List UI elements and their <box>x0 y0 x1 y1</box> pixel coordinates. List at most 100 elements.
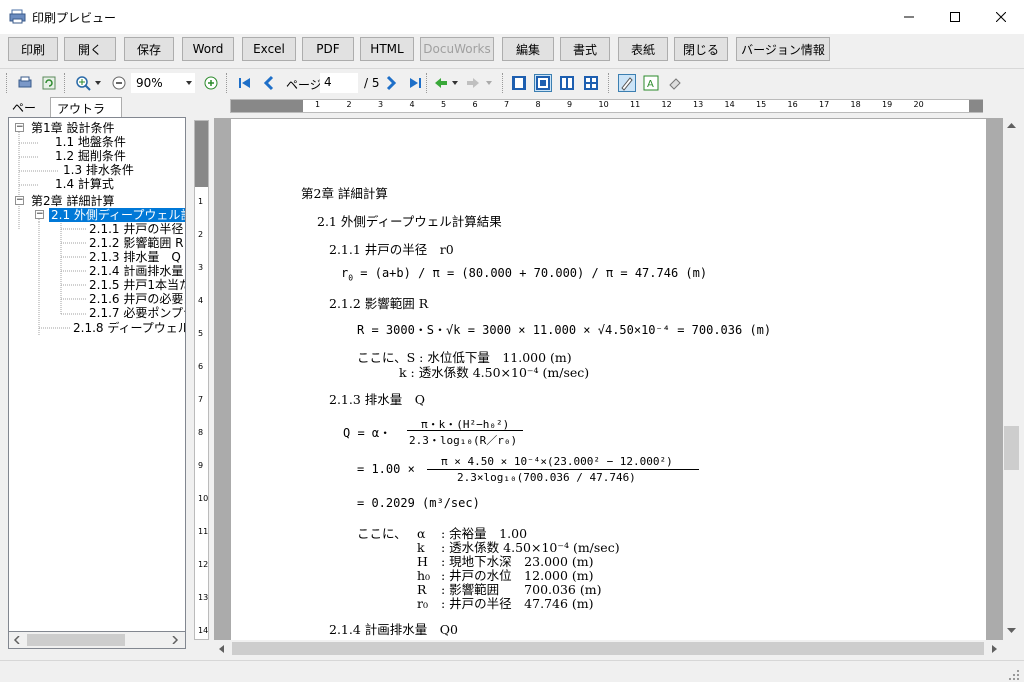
zoom-plus-icon[interactable] <box>202 74 220 92</box>
cover-button[interactable]: 表紙 <box>618 37 668 61</box>
chevron-right-icon[interactable] <box>171 636 179 644</box>
scroll-thumb[interactable] <box>27 634 125 646</box>
outline-item-2-1-3[interactable]: 2.1.3 排水量 Q <box>89 250 181 264</box>
command-toolbar: 印刷 開く 保存 Word Excel PDF HTML DocuWorks 編… <box>0 34 1024 66</box>
ruler-label: 18 <box>850 100 861 109</box>
section-heading: 2.1 外側ディープウェル計算結果 <box>317 214 502 229</box>
ruler-label: 5 <box>441 100 447 109</box>
close-preview-button[interactable]: 閉じる <box>674 37 728 61</box>
zoom-in-icon[interactable] <box>74 74 92 92</box>
word-button[interactable]: Word <box>182 37 234 61</box>
eval-denominator: 2.3×log₁₀(700.036 / 47.746) <box>457 471 636 484</box>
ruler-label: 9 <box>198 461 204 470</box>
chevron-down-icon[interactable] <box>1007 628 1016 634</box>
ruler-label: 17 <box>819 100 830 109</box>
html-button[interactable]: HTML <box>360 37 414 61</box>
outline-item-2-1-4[interactable]: 2.1.4 計画排水量 <box>89 264 183 278</box>
fit-page-icon[interactable] <box>534 74 552 92</box>
ruler-margin <box>231 100 303 112</box>
tab-outline[interactable]: アウトライン <box>50 97 122 133</box>
edit-button[interactable]: 編集 <box>502 37 554 61</box>
ruler-label: 4 <box>409 100 415 109</box>
back-arrow-icon[interactable] <box>432 74 450 92</box>
last-page-icon[interactable] <box>406 74 424 92</box>
chevron-up-icon[interactable] <box>1007 122 1016 128</box>
outline-item-2-1-6[interactable]: 2.1.6 井戸の必要え <box>89 292 185 306</box>
ruler-label: 10 <box>198 494 209 503</box>
eraser-icon[interactable] <box>666 74 684 92</box>
close-button[interactable] <box>978 0 1024 34</box>
view-toolbar: 90% ページ 4 / 5 A <box>0 68 1024 96</box>
refresh-icon[interactable] <box>40 74 58 92</box>
chevron-down-icon[interactable] <box>93 74 103 92</box>
ruler-label: 7 <box>504 100 510 109</box>
collapse-toggle[interactable]: − <box>15 196 24 205</box>
outline-item-2-1-5[interactable]: 2.1.5 井戸1本当た <box>89 278 185 292</box>
tree-horizontal-scrollbar[interactable] <box>8 632 186 649</box>
outline-item-1-3[interactable]: 1.3 排水条件 <box>63 163 134 177</box>
chevron-right-icon[interactable] <box>992 645 998 653</box>
print-button[interactable]: 印刷 <box>8 37 58 61</box>
ruler-label: 20 <box>913 100 924 109</box>
save-button[interactable]: 保存 <box>124 37 174 61</box>
docuworks-button[interactable]: DocuWorks <box>420 37 494 61</box>
maximize-button[interactable] <box>932 0 978 34</box>
outline-item-2-1-8[interactable]: 2.1.8 ディープウェルの最 <box>73 321 185 335</box>
resize-grip-icon[interactable] <box>1008 669 1020 681</box>
prev-page-icon[interactable] <box>260 74 278 92</box>
chapter-heading: 第2章 詳細計算 <box>301 186 388 201</box>
open-button[interactable]: 開く <box>64 37 116 61</box>
ruler-label: 11 <box>198 527 209 536</box>
printer-icon <box>9 9 26 24</box>
minimize-button[interactable] <box>886 0 932 34</box>
zoom-out-icon[interactable] <box>110 74 128 92</box>
chevron-down-icon[interactable] <box>184 74 194 92</box>
ruler-label: 2 <box>198 230 204 239</box>
print-setup-icon[interactable] <box>16 74 34 92</box>
viewer-horizontal-scrollbar[interactable] <box>214 640 1003 657</box>
ruler-label: 14 <box>724 100 735 109</box>
zoom-value: 90% <box>136 76 163 90</box>
two-page-icon[interactable] <box>558 74 576 92</box>
excel-button[interactable]: Excel <box>242 37 296 61</box>
ruler-label: 6 <box>198 362 204 371</box>
four-page-icon[interactable] <box>582 74 600 92</box>
pen-tool-icon[interactable] <box>618 74 636 92</box>
ruler-label: 4 <box>198 296 204 305</box>
outline-item-ch2[interactable]: 第2章 詳細計算 <box>31 194 114 208</box>
chevron-down-icon[interactable] <box>450 74 460 92</box>
collapse-toggle[interactable]: − <box>15 123 24 132</box>
document-page: 第2章 詳細計算 2.1 外側ディープウェル計算結果 2.1.1 井戸の半径 r… <box>231 119 986 640</box>
scroll-thumb[interactable] <box>232 642 984 655</box>
scroll-thumb[interactable] <box>1004 426 1019 470</box>
text-tool-icon[interactable]: A <box>642 74 660 92</box>
ruler-label: 8 <box>535 100 541 109</box>
outline-item-1-4[interactable]: 1.4 計算式 <box>55 177 114 191</box>
chevron-left-icon[interactable] <box>13 636 21 644</box>
ruler-label: 3 <box>378 100 384 109</box>
ruler-label: 13 <box>198 593 209 602</box>
outline-item-2-1-1[interactable]: 2.1.1 井戸の半径 <box>89 222 183 236</box>
outline-item-ch1[interactable]: 第1章 設計条件 <box>31 121 114 135</box>
outline-item-1-2[interactable]: 1.2 掘削条件 <box>55 149 126 163</box>
q-denominator: 2.3・log₁₀(R／r₀) <box>409 434 518 447</box>
single-page-icon[interactable] <box>510 74 528 92</box>
collapse-toggle[interactable]: − <box>35 210 44 219</box>
chevron-down-icon <box>484 74 494 92</box>
format-button[interactable]: 書式 <box>560 37 610 61</box>
page-number-input[interactable]: 4 <box>320 73 358 93</box>
outline-item-2-1[interactable]: 2.1 外側ディープウェル計 <box>49 208 185 222</box>
ruler-label: 6 <box>472 100 478 109</box>
page-label: ページ <box>286 78 322 92</box>
chevron-left-icon[interactable] <box>218 645 224 653</box>
next-page-icon[interactable] <box>382 74 400 92</box>
version-info-button[interactable]: バージョン情報 <box>736 37 830 61</box>
first-page-icon[interactable] <box>236 74 254 92</box>
viewer-vertical-scrollbar[interactable] <box>1003 118 1020 640</box>
subsection-heading: 2.1.3 排水量 Q <box>329 392 426 407</box>
outline-item-2-1-2[interactable]: 2.1.2 影響範囲 R <box>89 236 184 250</box>
outline-item-1-1[interactable]: 1.1 地盤条件 <box>55 135 126 149</box>
tab-page[interactable]: ページ <box>6 97 50 132</box>
outline-item-2-1-7[interactable]: 2.1.7 必要ポンプ台 <box>89 306 185 320</box>
pdf-button[interactable]: PDF <box>302 37 354 61</box>
